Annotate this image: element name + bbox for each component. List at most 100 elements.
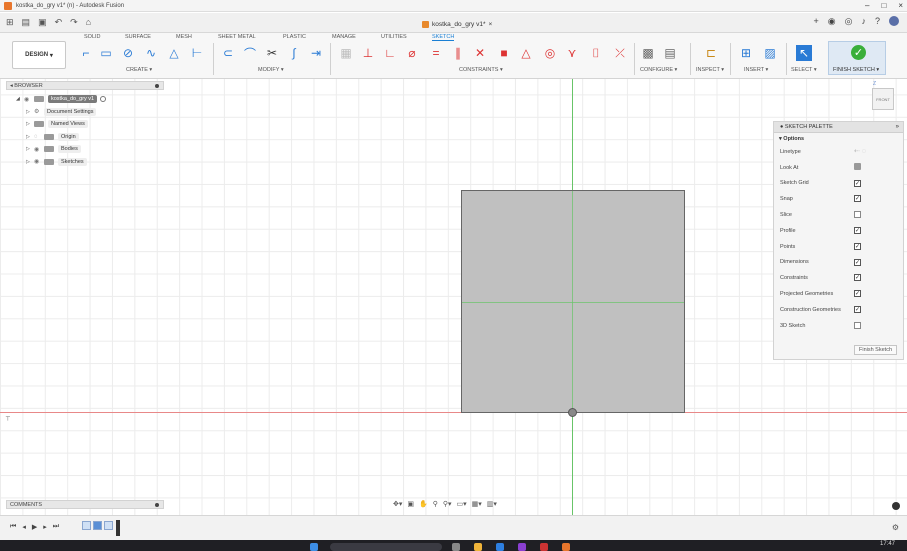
dimensions-checkbox[interactable]: ✓: [854, 258, 861, 266]
redo-icon[interactable]: ↷: [70, 17, 78, 28]
select-group-label[interactable]: SELECT ▾: [791, 67, 817, 73]
timeline-marker[interactable]: [116, 520, 120, 536]
polygon-icon[interactable]: △: [166, 45, 182, 61]
fit-icon[interactable]: ⚲▾: [443, 500, 452, 510]
viewcube[interactable]: FRONT: [872, 88, 894, 110]
concentric-icon[interactable]: ⌀: [404, 45, 420, 61]
play-icon[interactable]: ▶: [32, 523, 37, 531]
construction-geometries-checkbox[interactable]: ✓: [854, 305, 861, 313]
display-settings-icon[interactable]: ▭▾: [457, 500, 467, 510]
expand-panel-icon[interactable]: »: [896, 124, 899, 130]
browser-root[interactable]: ◢ ◉ kostka_do_gry v1: [6, 93, 164, 106]
linetype-icon[interactable]: ⇠ ◌: [854, 147, 866, 155]
expand-arrow-icon[interactable]: ▷: [26, 109, 34, 115]
circle-constraint-icon[interactable]: ◎: [542, 45, 558, 61]
3d-sketch-checkbox[interactable]: [854, 321, 861, 329]
sketch-palette-header[interactable]: ● SKETCH PALETTE »: [774, 122, 903, 133]
avatar[interactable]: [889, 16, 899, 26]
save-icon[interactable]: ▣: [38, 17, 47, 28]
look-at-nav-icon[interactable]: ▣: [407, 500, 414, 510]
expand-arrow-icon[interactable]: ◢: [16, 96, 24, 102]
browser-header[interactable]: ◂ BROWSER: [6, 81, 164, 90]
grid-settings-icon[interactable]: ▦▾: [472, 500, 482, 510]
circle-icon[interactable]: ⊘: [120, 45, 136, 61]
close-tab-icon[interactable]: ×: [488, 21, 492, 28]
symmetric-icon[interactable]: ⌷: [588, 45, 604, 61]
trim-icon[interactable]: ✂: [264, 45, 280, 61]
sketch-grid-checkbox[interactable]: ✓: [854, 179, 861, 187]
dimension-icon[interactable]: ⊢: [189, 45, 205, 61]
corner-menu-icon[interactable]: [892, 502, 900, 510]
go-to-start-icon[interactable]: ⏮: [10, 523, 16, 531]
coincident-icon[interactable]: ⊥: [360, 45, 376, 61]
create-group-label[interactable]: CREATE ▾: [126, 67, 152, 73]
lock-icon[interactable]: ■: [496, 45, 512, 61]
step-back-icon[interactable]: ◂: [22, 523, 26, 531]
tab-surface[interactable]: SURFACE: [125, 34, 151, 40]
comments-header[interactable]: COMMENTS: [6, 500, 164, 509]
snap-checkbox[interactable]: ✓: [854, 195, 861, 203]
design-workspace-button[interactable]: DESIGN ▾: [12, 41, 66, 69]
timeline-settings-gear-icon[interactable]: ⚙: [892, 523, 899, 532]
browser-icon[interactable]: [496, 543, 504, 551]
help-icon[interactable]: ?: [875, 16, 880, 27]
modify-group-label[interactable]: MODIFY ▾: [258, 67, 284, 73]
activate-radio[interactable]: [100, 96, 107, 103]
perpendicular-icon[interactable]: ✕: [472, 45, 488, 61]
finish-sketch-button[interactable]: ✓ FINISH SKETCH ▾: [828, 41, 886, 75]
zoom-icon[interactable]: ⚲: [433, 500, 438, 510]
image-icon[interactable]: ▨: [762, 45, 778, 61]
slice-checkbox[interactable]: [854, 211, 861, 219]
step-forward-icon[interactable]: ▸: [43, 523, 47, 531]
tab-manage[interactable]: MANAGE: [332, 34, 356, 40]
taskbar-search[interactable]: [330, 543, 442, 551]
expand-arrow-icon[interactable]: ▷: [26, 146, 34, 152]
grid-menu-icon[interactable]: ⊞: [6, 17, 14, 28]
measure-icon[interactable]: ⊏: [703, 45, 719, 61]
table-icon[interactable]: ▤: [662, 45, 678, 61]
profile-checkbox[interactable]: ✓: [854, 226, 861, 234]
configure-group-label[interactable]: CONFIGURE ▾: [640, 67, 677, 73]
tab-sketch[interactable]: SKETCH: [432, 34, 455, 41]
sketch-rectangle-profile[interactable]: [461, 190, 685, 413]
curvature-icon[interactable]: ⤫: [612, 45, 628, 61]
visibility-eye-icon[interactable]: ◉: [34, 158, 44, 165]
visibility-eye-icon[interactable]: ◌: [34, 134, 44, 140]
extensions-icon[interactable]: ◉: [828, 16, 836, 27]
spline-icon[interactable]: ∿: [143, 45, 159, 61]
equal-icon[interactable]: =: [428, 45, 444, 61]
home-icon[interactable]: ⌂: [86, 17, 91, 28]
file-menu-icon[interactable]: ▤: [22, 17, 31, 28]
select-arrow-icon[interactable]: ↖: [796, 45, 812, 61]
break-icon[interactable]: ⇥: [308, 45, 324, 61]
add-comment-icon[interactable]: [155, 503, 159, 507]
tab-utilities[interactable]: UTILITIES: [381, 34, 407, 40]
document-tab[interactable]: kostka_do_gry v1* ×: [422, 17, 492, 31]
undo-icon[interactable]: ↶: [55, 17, 63, 28]
browser-item-named-views[interactable]: ▷ Named Views: [6, 118, 164, 131]
browser-item-sketches[interactable]: ▷ ◉ Sketches: [6, 156, 164, 169]
taskbar-clock[interactable]: 17:47: [880, 541, 895, 547]
inspect-group-label[interactable]: INSPECT ▾: [696, 67, 724, 73]
visibility-eye-icon[interactable]: ◉: [34, 146, 44, 153]
constraints-checkbox[interactable]: ✓: [854, 274, 861, 282]
timeline-feature-sketch[interactable]: [82, 521, 91, 530]
browser-item-origin[interactable]: ▷ ◌ Origin: [6, 131, 164, 144]
taskbar-app-icon[interactable]: [518, 543, 526, 551]
tab-mesh[interactable]: MESH: [176, 34, 192, 40]
taskbar-app-icon[interactable]: [540, 543, 548, 551]
parallel-icon[interactable]: ∥: [450, 45, 466, 61]
viewports-icon[interactable]: ▥▾: [487, 500, 497, 510]
pin-icon[interactable]: [155, 84, 159, 88]
midpoint-icon[interactable]: ⋎: [564, 45, 580, 61]
tab-solid[interactable]: SOLID: [84, 34, 101, 40]
finish-sketch-small-button[interactable]: Finish Sketch: [853, 345, 897, 355]
new-tab-icon[interactable]: +: [814, 16, 819, 27]
fusion-taskbar-icon[interactable]: [562, 543, 570, 551]
expand-arrow-icon[interactable]: ▷: [26, 134, 34, 140]
tangent-icon[interactable]: ∟: [382, 45, 398, 61]
timeline-feature-extrude[interactable]: [93, 521, 102, 530]
origin-point-icon[interactable]: [568, 408, 577, 417]
pan-icon[interactable]: ✋: [419, 500, 428, 510]
browser-item-document-settings[interactable]: ▷ ⚙ Document Settings: [6, 106, 164, 119]
